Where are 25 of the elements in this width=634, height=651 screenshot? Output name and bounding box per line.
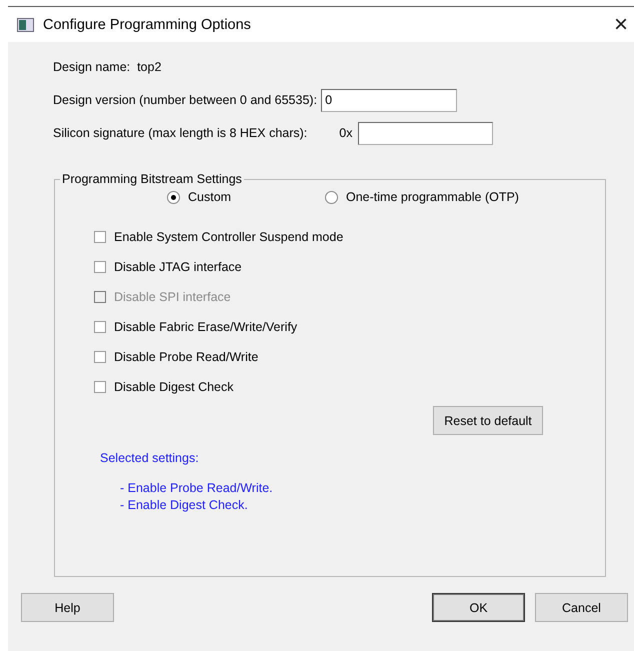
group-title: Programming Bitstream Settings (61, 172, 243, 186)
field-label: Silicon signature (max length is 8 HEX chars): (53, 126, 308, 140)
field-label: Design name: (53, 60, 130, 74)
close-button[interactable]: × (608, 12, 634, 36)
reset-button[interactable]: Reset to default (433, 406, 543, 435)
app-icon (17, 18, 34, 32)
checkbox-option[interactable]: Disable Probe Read/Write (55, 342, 605, 372)
checkbox-option[interactable]: Disable JTAG interface (55, 252, 605, 282)
field-value: top2 (137, 60, 162, 74)
radio-option[interactable]: One-time programmable (OTP) (325, 190, 519, 204)
dialog-button[interactable]: Help (21, 593, 114, 622)
checkbox-option[interactable]: Enable System Controller Suspend mode (55, 222, 605, 252)
window-title: Configure Programming Options (43, 16, 252, 32)
dialog-button[interactable]: OK (432, 593, 525, 622)
input-field[interactable]: 0 (321, 88, 458, 112)
checkbox-option[interactable]: Disable Digest Check (55, 372, 605, 402)
field-prefix: 0x (339, 126, 352, 140)
dialog-button[interactable]: Cancel (535, 593, 628, 622)
summary-title: Selected settings: (99, 451, 200, 465)
summary-line: - Enable Probe Read/Write. (120, 480, 274, 497)
checkbox-option[interactable]: Disable Fabric Erase/Write/Verify (55, 312, 605, 342)
input-field[interactable] (358, 122, 494, 144)
summary-line: - Enable Digest Check. (120, 497, 249, 514)
field-label: Design version (number between 0 and 65535): (53, 93, 318, 107)
radio-option[interactable]: Custom (167, 190, 317, 204)
